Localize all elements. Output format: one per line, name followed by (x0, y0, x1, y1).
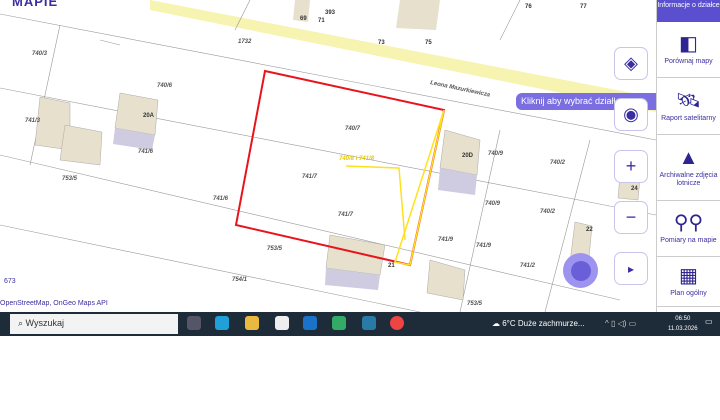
sr-app-icon[interactable] (362, 316, 376, 330)
clock[interactable]: 06:50 11.03.2026 (668, 314, 698, 334)
building-number: 75 (425, 40, 432, 46)
highlight-label: 740/8 i 741/8 (339, 156, 375, 162)
map-layer: 740/3 740/6 1732 741/3 741/6 753/5 741/6… (0, 0, 656, 312)
parcel-label: 753/5 (267, 246, 283, 252)
brand-logo: MAPIE (12, 0, 59, 9)
parcel-label: 740/9 (488, 151, 504, 157)
parcel-label: 741/9 (476, 243, 492, 249)
parcel-label: 754/1 (232, 277, 248, 283)
parcel-info-button[interactable]: Informacje o działce (657, 0, 720, 22)
outlook-icon[interactable] (303, 316, 317, 330)
weather-widget[interactable]: ☁ 6°C Duże zachmurze... (492, 319, 585, 328)
search-placeholder: Wyszukaj (25, 318, 64, 328)
parcel-label: 740/2 (540, 209, 556, 215)
sidebar-item-label: Porównaj mapy (664, 58, 713, 65)
locate-button[interactable]: ◉ (614, 98, 648, 131)
parcel-label: 740/6 (157, 83, 173, 89)
time: 06:50 (675, 316, 691, 322)
zoom-in-button[interactable]: + (614, 150, 648, 183)
taskbar: ⌕ Wyszukaj ☁ 6°C Duże zachmurze... ^ ▯ ◁… (0, 312, 720, 336)
parcel-label: 741/9 (438, 237, 454, 243)
explorer-icon[interactable] (245, 316, 259, 330)
layers-icon: ◈ (624, 53, 638, 73)
photo-icon: ▲ (678, 147, 699, 169)
map-canvas[interactable]: 740/3 740/6 1732 741/3 741/6 753/5 741/6… (0, 0, 656, 312)
parcel-label: 741/3 (25, 118, 41, 124)
building-number: 77 (580, 4, 587, 10)
building-number: 76 (525, 4, 532, 10)
layers-button[interactable]: ◈ (614, 47, 648, 80)
building-number: 20A (143, 113, 155, 119)
building-number: 393 (325, 10, 336, 16)
sidebar-item-satellite[interactable]: 🛰 Raport satelitarny (657, 78, 720, 135)
parcel-label: 740/3 (32, 51, 48, 57)
date: 11.03.2026 (668, 326, 698, 332)
sidebar-item-compare[interactable]: ◧ Porównaj mapy (657, 22, 720, 78)
measure-icon: ⚲⚲ (673, 212, 704, 234)
parcel-label: 741/7 (302, 174, 318, 180)
parcel-label: 740/9 (485, 201, 501, 207)
satellite-icon: 🛰 (675, 89, 702, 112)
sidebar-item-label: Raport satelitarny (661, 114, 716, 122)
taskbar-search[interactable]: ⌕ Wyszukaj (10, 314, 178, 334)
building-number: 73 (378, 40, 385, 46)
compare-icon: ◧ (679, 33, 698, 55)
building-number: 69 (300, 16, 307, 22)
sidebar-item-label: Plan ogólny (670, 290, 707, 297)
sidebar-item-label: Pomiary na mapie (660, 237, 717, 244)
edge-icon[interactable] (215, 316, 229, 330)
parcel-label: 741/6 (213, 196, 229, 202)
chat-button[interactable] (563, 253, 598, 288)
notification-icon[interactable]: ▭ (705, 317, 713, 326)
sidebar: Informacje o działce ◧ Porównaj mapy 🛰 Rap… (656, 0, 720, 312)
zoom-out-button[interactable]: − (614, 201, 648, 234)
sidebar-item-plan[interactable]: ▦ Plan ogólny (657, 257, 720, 307)
sidebar-item-measure[interactable]: ⚲⚲ Pomiary na mapie (657, 201, 720, 257)
expand-button[interactable]: ▸ (614, 252, 648, 285)
building-number: 20D (462, 153, 474, 159)
building-number: 21 (388, 263, 395, 269)
building-number: 71 (318, 18, 325, 24)
parcel-label: 740/2 (550, 160, 566, 166)
sidebar-item-label: Archiwalne zdjęcia lotnicze (659, 172, 718, 187)
parcel-label: 740/7 (345, 126, 361, 132)
parcel-label: 741/2 (520, 263, 536, 269)
chat-icon (570, 260, 591, 281)
scale-text: 673 (4, 278, 16, 285)
store-icon[interactable] (275, 316, 289, 330)
parcel-label: 1732 (238, 39, 252, 45)
street-label: Leona Mazurkiewicza (430, 80, 492, 99)
parcel-label: 741/6 (138, 149, 154, 155)
parcel-label: 753/5 (62, 176, 78, 182)
map-attribution[interactable]: OpenStreetMap, OnGeo Maps API (0, 300, 108, 307)
tray-icons[interactable]: ^ ▯ ◁) ▭ (605, 319, 636, 328)
parcel-label: 753/5 (467, 301, 483, 307)
network-app-icon[interactable] (332, 316, 346, 330)
building-number: 24 (631, 186, 638, 192)
sidebar-item-archive[interactable]: ▲ Archiwalne zdjęcia lotnicze (657, 135, 720, 201)
plan-icon: ▦ (679, 265, 698, 287)
parcel-label: 741/7 (338, 212, 354, 218)
weather-text: 6°C Duże zachmurze... (502, 319, 585, 328)
chrome-icon[interactable] (390, 316, 404, 330)
locate-icon: ◉ (623, 104, 639, 124)
task-view-icon[interactable] (187, 316, 201, 330)
building-number: 22 (586, 227, 593, 233)
